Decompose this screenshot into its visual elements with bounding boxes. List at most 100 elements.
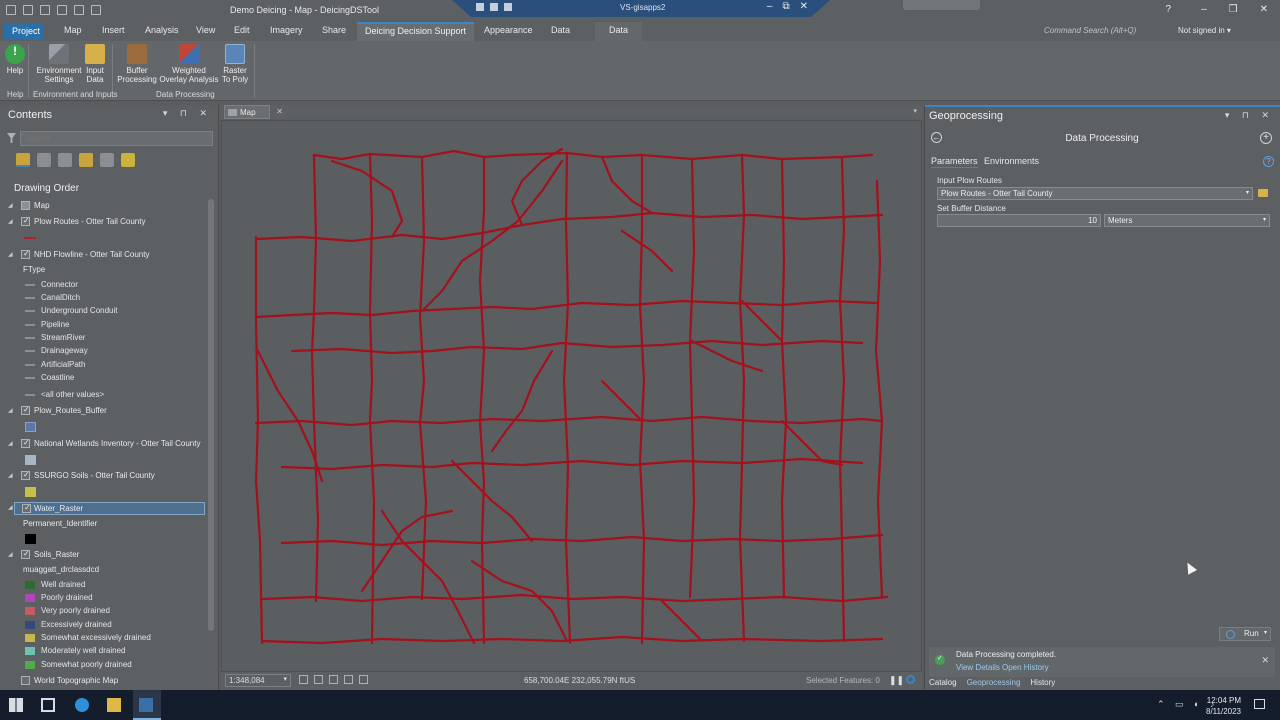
remote-restore-button[interactable]: ⧉ <box>782 1 789 12</box>
redo-icon[interactable] <box>91 5 101 15</box>
grid-icon[interactable] <box>329 675 338 684</box>
legend-item[interactable]: CanalDitch <box>25 293 80 302</box>
pin-icon[interactable] <box>476 3 484 11</box>
map-menu-icon[interactable]: ▾ <box>913 107 917 115</box>
legend-item[interactable]: Somewhat poorly drained <box>25 660 132 669</box>
legend-item[interactable]: <all other values> <box>25 390 104 399</box>
remote-minimize-button[interactable]: – <box>767 1 773 12</box>
input-plow-routes-select[interactable]: Plow Routes - Otter Tail County ▾ <box>937 187 1253 200</box>
pane-controls[interactable]: ▾ ⊓ ✕ <box>163 108 212 119</box>
remote-desktop-icon[interactable] <box>139 698 153 712</box>
buffer-processing-button[interactable]: Buffer Processing <box>117 44 157 84</box>
map-canvas[interactable] <box>221 120 922 672</box>
zoom-extent-icon[interactable] <box>314 675 323 684</box>
layer-visibility-checkbox[interactable] <box>21 549 30 559</box>
start-icon[interactable] <box>9 698 23 712</box>
legend-item[interactable]: Poorly drained <box>25 593 93 602</box>
collapse-icon[interactable]: ◢ <box>8 504 13 511</box>
contents-search[interactable] <box>20 131 213 146</box>
legend-item[interactable]: Connector <box>25 280 78 289</box>
pan-icon[interactable] <box>344 675 353 684</box>
layer-visibility-checkbox[interactable] <box>22 503 31 513</box>
help-tool-button[interactable]: Help <box>5 44 25 75</box>
command-search[interactable]: Command Search (Alt+Q) <box>1044 26 1136 35</box>
browser-icon[interactable] <box>75 698 89 712</box>
layer-visibility-checkbox[interactable] <box>21 405 30 415</box>
coordinate-readout[interactable]: 658,700.04E 232,055.79N ftUS <box>524 676 635 685</box>
legend-item[interactable]: Pipeline <box>25 320 69 329</box>
remote-close-button[interactable]: ✕ <box>800 1 808 12</box>
contents-search-input[interactable] <box>21 132 212 145</box>
pane-controls[interactable]: ▾ ⊓ ✕ <box>1225 110 1274 121</box>
collapse-icon[interactable]: ◢ <box>8 472 13 479</box>
tab-data[interactable]: Data <box>551 25 570 35</box>
legend-item[interactable]: Coastline <box>25 373 74 382</box>
close-tab-icon[interactable]: ✕ <box>276 107 283 116</box>
buffer-units-select[interactable]: Meters ▾ <box>1104 214 1270 227</box>
rotate-icon[interactable] <box>359 675 368 684</box>
contents-scrollbar[interactable] <box>208 199 214 631</box>
fixed-zoom-icon[interactable] <box>299 675 308 684</box>
remote-session-bar[interactable]: VS-gisapps2 – ⧉ ✕ <box>452 0 830 17</box>
undo-icon[interactable] <box>74 5 84 15</box>
notifications-icon[interactable] <box>1254 699 1265 709</box>
tab-view[interactable]: View <box>196 25 215 35</box>
minimize-button[interactable]: – <box>1201 4 1207 15</box>
environment-settings-button[interactable]: Environment Settings <box>36 44 82 84</box>
save-icon[interactable] <box>40 5 50 15</box>
snapping-icon[interactable] <box>100 153 114 167</box>
collapse-icon[interactable]: ◢ <box>8 251 13 258</box>
layer-visibility-checkbox[interactable] <box>21 470 30 480</box>
map-view-tab[interactable]: Map ✕ <box>224 105 283 119</box>
buffer-distance-input[interactable]: 10 <box>937 214 1101 227</box>
open-project-icon[interactable] <box>23 5 33 15</box>
file-explorer-icon[interactable] <box>107 698 121 712</box>
collapse-icon[interactable]: ◢ <box>8 218 13 225</box>
sign-in-status[interactable]: Not signed in ▾ <box>1178 26 1231 35</box>
data-source-icon[interactable] <box>37 153 51 167</box>
layer-visibility-checkbox[interactable] <box>21 438 30 448</box>
task-view-icon[interactable] <box>41 698 55 712</box>
collapse-icon[interactable]: ◢ <box>8 202 13 209</box>
filter-icon[interactable] <box>7 133 16 143</box>
tab-project[interactable]: Project <box>4 24 44 39</box>
legend-item[interactable]: ArtificialPath <box>25 360 85 369</box>
dismiss-icon[interactable]: ✕ <box>1261 655 1269 666</box>
layer-visibility-checkbox[interactable] <box>21 676 30 685</box>
input-data-button[interactable]: Input Data <box>83 44 107 84</box>
tab-deicing-decision-support[interactable]: Deicing Decision Support <box>357 22 475 41</box>
weighted-overlay-button[interactable]: Weighted Overlay Analysis <box>159 44 219 84</box>
new-project-icon[interactable] <box>6 5 16 15</box>
legend-item[interactable]: Excessively drained <box>25 620 112 629</box>
raster-to-poly-button[interactable]: Raster To Poly <box>220 44 250 84</box>
tab-analysis[interactable]: Analysis <box>145 25 179 35</box>
tab-parameters[interactable]: Parameters <box>931 156 978 168</box>
legend-item[interactable]: StreamRiver <box>25 333 85 342</box>
collapse-icon[interactable]: ◢ <box>8 440 13 447</box>
chevron-down-icon[interactable]: ▾ <box>1264 629 1267 636</box>
tab-environments[interactable]: Environments <box>984 156 1039 166</box>
toc-layer-water-raster[interactable]: Water_Raster <box>14 502 205 515</box>
lock-icon[interactable] <box>490 3 498 11</box>
run-button[interactable]: Run ▾ <box>1219 627 1271 641</box>
legend-item[interactable]: Drainageway <box>25 346 88 355</box>
selection-icon[interactable] <box>58 153 72 167</box>
collapse-icon[interactable]: ◢ <box>8 551 13 558</box>
open-history-link[interactable]: Open History <box>1002 663 1049 672</box>
scale-selector[interactable]: 1:348,084 ▾ <box>225 674 291 687</box>
clock[interactable]: 12:04 PM 8/11/2023 <box>1206 695 1241 717</box>
legend-item[interactable]: Very poorly drained <box>25 606 110 615</box>
add-icon[interactable]: + <box>1260 132 1272 144</box>
tool-help-icon[interactable]: ? <box>1263 156 1274 167</box>
layer-visibility-checkbox[interactable] <box>21 216 30 226</box>
tab-map[interactable]: Map <box>64 25 82 35</box>
legend-item[interactable]: Underground Conduit <box>25 306 118 315</box>
tab-share[interactable]: Share <box>322 25 346 35</box>
tab-data-contextual[interactable]: Data <box>595 22 643 41</box>
tab-imagery[interactable]: Imagery <box>270 25 303 35</box>
legend-item[interactable]: Somewhat excessively drained <box>25 633 151 642</box>
maximize-button[interactable]: ❐ <box>1229 4 1238 15</box>
legend-item[interactable]: Moderately well drained <box>25 646 126 655</box>
view-details-link[interactable]: View Details <box>956 663 1000 672</box>
collapse-icon[interactable]: ◢ <box>8 407 13 414</box>
